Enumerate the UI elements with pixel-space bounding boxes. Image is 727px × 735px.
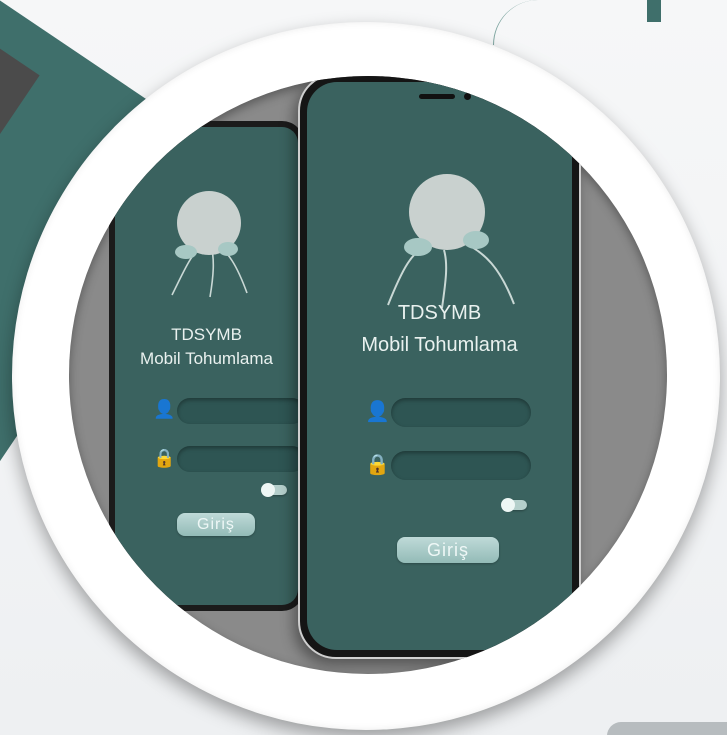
- app-subtitle: Mobil Tohumlama: [361, 334, 518, 356]
- front-phone: ▮▮▮ TDSYMB Mobil Tohumlama 👤 🔒 Giriş: [298, 76, 581, 659]
- speaker-notch: [419, 94, 455, 99]
- device-preview-circle: TDSYMB Mobil Tohumlama 👤 🔒 Giriş ▮▮▮ TDS…: [69, 76, 667, 674]
- app-title: TDSYMB: [397, 302, 482, 324]
- background-curve: [493, 0, 542, 45]
- back-app-title: TDSYMB: [171, 325, 242, 344]
- camera-icon: [464, 93, 471, 100]
- sperm-egg-logo-icon: [170, 191, 248, 298]
- username-field[interactable]: [391, 398, 531, 427]
- remember-toggle[interactable]: [501, 498, 527, 512]
- login-button[interactable]: Giriş: [397, 537, 499, 563]
- lock-icon: 🔒: [153, 448, 176, 469]
- back-username-field[interactable]: [177, 398, 298, 424]
- sperm-egg-logo-icon: [386, 174, 515, 309]
- promo-stage: TDSYMB Mobil Tohumlama 👤 🔒 Giriş ▮▮▮ TDS…: [0, 0, 727, 735]
- signal-icon: ▮▮▮: [514, 96, 528, 105]
- plus-icon: [629, 0, 677, 22]
- user-icon: 👤: [153, 399, 176, 420]
- password-field[interactable]: [391, 451, 531, 480]
- back-phone: TDSYMB Mobil Tohumlama 👤 🔒 Giriş: [109, 121, 304, 611]
- back-app-subtitle: Mobil Tohumlama: [140, 349, 273, 368]
- back-password-field[interactable]: [177, 446, 298, 472]
- back-login-button[interactable]: Giriş: [177, 513, 255, 536]
- lock-icon: 🔒: [365, 452, 390, 476]
- user-icon: 👤: [365, 399, 390, 423]
- back-remember-toggle[interactable]: [261, 483, 287, 497]
- background-corner-shape: [607, 722, 727, 735]
- front-phone-screen: ▮▮▮ TDSYMB Mobil Tohumlama 👤 🔒 Giriş: [307, 82, 572, 650]
- back-phone-screen: TDSYMB Mobil Tohumlama 👤 🔒 Giriş: [115, 127, 298, 605]
